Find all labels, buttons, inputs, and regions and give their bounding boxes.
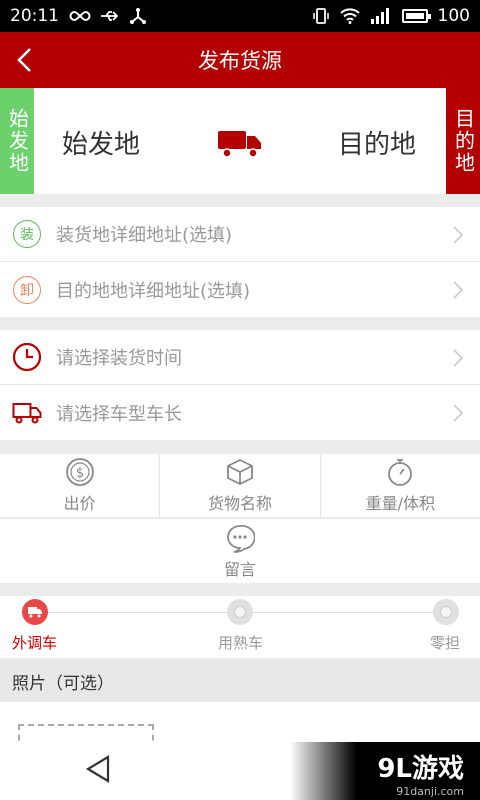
back-arrow-icon[interactable] — [10, 44, 42, 76]
step-external-vehicle[interactable] — [22, 599, 48, 625]
loading-address-row[interactable]: 装 装货地详细地址(选填) — [0, 207, 480, 262]
clock-icon — [12, 342, 42, 372]
vehicle-type-label: 请选择车型车长 — [56, 403, 182, 425]
share-icon — [130, 8, 146, 24]
add-photo-slot[interactable] — [18, 724, 154, 742]
status-time: 20:11 — [10, 6, 59, 26]
weight-volume-label: 重量/体积 — [365, 494, 436, 513]
status-bar: 20:11 100 — [0, 0, 480, 32]
step-external-label: 外调车 — [12, 634, 58, 652]
vibrate-icon — [312, 8, 329, 24]
cargo-info-grid: $ 出价 货物名称 重量/体积 — [0, 454, 480, 518]
step-ltl[interactable] — [433, 599, 459, 625]
destination-field[interactable]: 目的地 — [338, 124, 416, 161]
truck-outline-icon — [12, 402, 42, 423]
signal-icon — [370, 8, 389, 24]
chevron-right-icon — [453, 281, 464, 299]
address-group: 装 装货地详细地址(选填) 卸 目的地地详细地址(选填) — [0, 207, 480, 317]
battery-level: 100 — [437, 6, 470, 26]
stopwatch-icon — [388, 459, 413, 486]
destination-tag-text: 目的地 — [451, 108, 476, 174]
system-nav-bar: 9L游戏 91danji.com — [0, 742, 480, 800]
step-ltl-label: 零担 — [430, 634, 461, 652]
price-label: 出价 — [63, 494, 96, 513]
nav-back-icon[interactable] — [84, 754, 112, 784]
unloading-address-label: 目的地地详细地址(选填) — [56, 280, 251, 302]
message-cell[interactable]: 留言 — [0, 519, 480, 583]
dollar-coin-icon: $ — [65, 458, 94, 486]
options-group: 请选择装货时间 请选择车型车长 — [0, 330, 480, 440]
truck-icon[interactable] — [216, 128, 264, 158]
loading-time-label: 请选择装货时间 — [56, 348, 182, 369]
page-title: 发布货源 — [198, 49, 282, 73]
battery-icon — [401, 9, 431, 23]
svg-text:$: $ — [76, 466, 84, 481]
load-badge-icon: 装 — [13, 220, 41, 248]
vehicle-source-selector: 外调车 用熟车 零担 — [0, 596, 480, 658]
watermark: 9L游戏 91danji.com — [290, 742, 480, 800]
route-selector: 始发地 始发地 目的地 目的地 — [0, 88, 480, 194]
infinity-icon — [69, 10, 91, 22]
unload-badge-icon: 卸 — [13, 275, 41, 304]
cargo-name-cell[interactable]: 货物名称 — [160, 454, 321, 517]
photos-header: 照片（可选） — [0, 660, 480, 702]
cargo-name-label: 货物名称 — [207, 494, 272, 513]
chevron-right-icon — [453, 226, 464, 244]
step-familiar-label: 用熟车 — [218, 634, 264, 652]
destination-tag: 目的地 — [446, 88, 480, 194]
unloading-address-row[interactable]: 卸 目的地地详细地址(选填) — [0, 262, 480, 317]
loading-address-label: 装货地详细地址(选填) — [56, 225, 233, 246]
usb-icon — [101, 11, 119, 21]
photos-section — [0, 702, 480, 742]
loading-time-row[interactable]: 请选择装货时间 — [0, 330, 480, 385]
origin-tag-text: 始发地 — [5, 108, 30, 174]
origin-field[interactable]: 始发地 — [62, 124, 140, 161]
price-cell[interactable]: $ 出价 — [0, 454, 161, 517]
truck-small-icon — [28, 607, 42, 618]
origin-tag: 始发地 — [0, 88, 34, 194]
watermark-brand: 9L游戏 — [377, 754, 464, 784]
step-familiar-vehicle[interactable] — [227, 599, 253, 625]
box-icon — [227, 458, 253, 486]
watermark-site: 91danji.com — [396, 785, 464, 798]
vehicle-type-row[interactable]: 请选择车型车长 — [0, 385, 480, 440]
message-label: 留言 — [223, 559, 256, 579]
wifi-icon — [339, 8, 360, 24]
chevron-right-icon — [453, 404, 464, 422]
app-bar: 发布货源 — [0, 32, 480, 88]
chevron-right-icon — [453, 349, 464, 367]
chat-bubble-icon — [227, 524, 255, 553]
weight-volume-cell[interactable]: 重量/体积 — [321, 454, 480, 517]
